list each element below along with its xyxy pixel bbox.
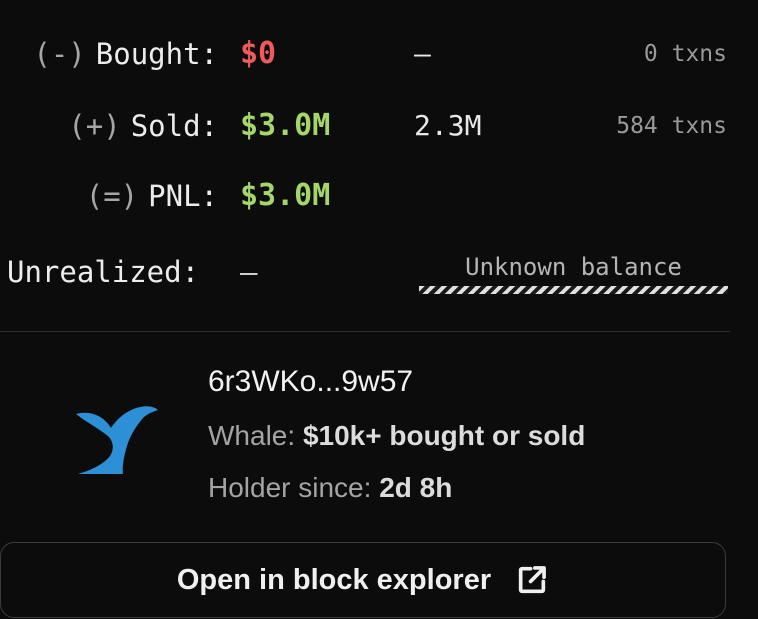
pnl-sign: (=) — [85, 179, 139, 213]
unrealized-label: Unrealized: — [7, 255, 200, 289]
pnl-label-text: PNL: — [148, 179, 218, 213]
unrealized-row: Unrealized: – Unknown balance — [0, 242, 758, 302]
unrealized-value: – — [240, 255, 258, 289]
bought-txns: 0 txns — [643, 41, 727, 67]
pnl-label: (=) PNL: — [86, 166, 218, 226]
open-block-explorer-label: Open in block explorer — [176, 563, 492, 596]
bought-sign: (-) — [33, 37, 86, 71]
sold-row: (+) Sold: $3.0M 2.3M 584 txns — [0, 96, 758, 156]
whale-tail-icon — [76, 406, 158, 474]
pnl-row: (=) PNL: $3.0M — [0, 166, 758, 226]
bought-label: (-) Bought: — [33, 24, 218, 84]
whale-value: $10k+ bought or sold — [302, 420, 586, 451]
sold-label-text: Sold: — [130, 109, 218, 143]
section-divider — [0, 331, 730, 332]
hatched-underline — [419, 286, 728, 294]
sold-label: (+) Sold: — [68, 96, 218, 156]
external-link-icon — [518, 566, 547, 594]
holder-since-value: 2d 8h — [379, 472, 453, 503]
sold-sign: (+) — [68, 109, 121, 143]
bought-amount: – — [414, 37, 431, 70]
holder-address: 6r3WKo...9w57 — [208, 365, 414, 398]
unknown-balance-text: Unknown balance — [465, 253, 682, 281]
open-block-explorer-button[interactable]: Open in block explorer — [0, 542, 726, 618]
bought-label-text: Bought: — [95, 37, 218, 71]
sold-amount: 2.3M — [414, 109, 482, 142]
bought-row: (-) Bought: $0 – 0 txns — [0, 24, 758, 84]
whale-label: Whale: — [208, 420, 296, 451]
unknown-balance-badge: Unknown balance — [419, 250, 728, 294]
whale-status: Whale: $10k+ bought or sold — [208, 416, 585, 456]
pnl-value: $3.0M — [240, 178, 331, 213]
holder-since-label: Holder since: — [208, 472, 372, 503]
sold-txns: 584 txns — [616, 113, 727, 139]
sold-value: $3.0M — [240, 108, 331, 143]
bought-value: $0 — [240, 36, 277, 71]
holder-since: Holder since: 2d 8h — [208, 468, 452, 508]
